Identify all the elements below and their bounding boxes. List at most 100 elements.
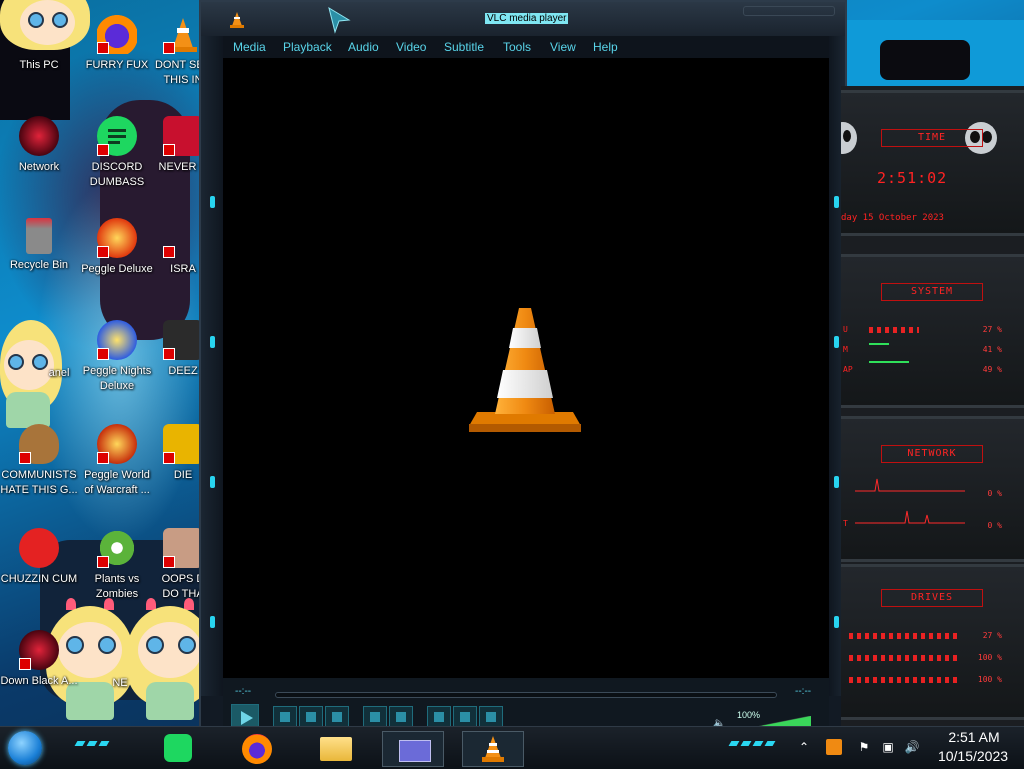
desktop-icon-pvz[interactable]: Plants vs Zombies bbox=[78, 528, 156, 602]
gadget-header: TIME bbox=[881, 129, 983, 147]
vlc-cone-icon bbox=[229, 11, 245, 34]
gadget-row-label: AP bbox=[843, 365, 853, 374]
taskbar-app-window[interactable] bbox=[382, 731, 444, 767]
desktop-icon-control-panel[interactable]: anel bbox=[0, 322, 78, 381]
gadget-row-value: 100 % bbox=[977, 675, 1002, 684]
desktop-icon-label: FURRY FUX bbox=[85, 59, 149, 71]
gadget-row-value: 49 % bbox=[982, 365, 1002, 374]
desktop-icon-peggle-nights[interactable]: Peggle Nights Deluxe bbox=[78, 320, 156, 394]
vlc-cone-icon bbox=[479, 734, 507, 769]
network-graph bbox=[855, 478, 965, 524]
menu-playback[interactable]: Playback bbox=[283, 40, 332, 54]
next-button[interactable] bbox=[325, 706, 349, 728]
desktop-icon-label: COMMUNISTS HATE THIS G... bbox=[0, 469, 78, 496]
network-icon bbox=[19, 116, 59, 156]
vlc-menu-bar: Media Playback Audio Video Subtitle Tool… bbox=[223, 36, 829, 59]
desktop-icon-label: Peggle Nights Deluxe bbox=[82, 365, 152, 392]
file-explorer-icon bbox=[320, 737, 352, 761]
network-tray-icon[interactable]: ▣ bbox=[880, 739, 896, 755]
desktop-icon-label: DIE bbox=[173, 469, 193, 481]
recycle-bin-icon bbox=[26, 218, 52, 254]
desktop-icon-label: anel bbox=[48, 367, 70, 379]
desktop-icon-label: Peggle World of Warcraft ... bbox=[84, 469, 150, 496]
drives-gadget: DRIVES 27 % 100 % 100 % bbox=[841, 564, 1024, 720]
gadget-row-value: 27 % bbox=[982, 325, 1002, 334]
vlc-title-bar[interactable]: VLC media player bbox=[201, 2, 845, 36]
cursor-arrow-icon bbox=[327, 6, 351, 39]
alien-head-icon bbox=[829, 121, 861, 160]
app-icon bbox=[163, 218, 203, 258]
desktop-icon-communists[interactable]: COMMUNISTS HATE THIS G... bbox=[0, 424, 78, 498]
desktop-icon-peggle-deluxe[interactable]: Peggle Deluxe bbox=[78, 218, 156, 277]
vlc-cone-logo bbox=[469, 306, 581, 439]
previous-button[interactable] bbox=[273, 706, 297, 728]
taskbar-app-spotify[interactable] bbox=[148, 731, 208, 765]
taskbar-app-vlc[interactable] bbox=[462, 731, 524, 767]
loop-button[interactable] bbox=[453, 706, 477, 728]
desktop-icon-chuzzin[interactable]: CHUZZIN CUM bbox=[0, 528, 78, 587]
spotify-like-green-icon bbox=[97, 116, 137, 156]
gadget-header: DRIVES bbox=[881, 589, 983, 607]
playlist-button[interactable] bbox=[427, 706, 451, 728]
menu-view[interactable]: View bbox=[550, 40, 576, 54]
money-bag-icon bbox=[19, 424, 59, 464]
window-title: VLC media player bbox=[485, 13, 569, 24]
desktop-icon-network[interactable]: Network bbox=[0, 116, 78, 175]
speaker-icon[interactable]: 🔊 bbox=[904, 739, 920, 755]
desktop-icon-this-pc[interactable]: This PC bbox=[0, 14, 78, 73]
vlc-tray-icon[interactable] bbox=[826, 739, 842, 755]
taskbar-clock-time[interactable]: 2:51 AM bbox=[936, 729, 1012, 745]
desktop-icon-label: This PC bbox=[19, 59, 59, 71]
shuffle-button[interactable] bbox=[479, 706, 503, 728]
total-time: --:-- bbox=[795, 686, 812, 697]
fullscreen-button[interactable] bbox=[363, 706, 387, 728]
taskbar-app-firefox[interactable] bbox=[228, 731, 288, 765]
peggle-icon bbox=[97, 218, 137, 258]
desktop-icon-label: Network bbox=[18, 161, 60, 173]
chevron-up-icon[interactable]: ⌃ bbox=[796, 739, 812, 755]
desktop-icon-discord[interactable]: DISCORD DUMBASS bbox=[78, 116, 156, 190]
pvz-icon bbox=[97, 528, 137, 568]
gadget-row-value: 0 % bbox=[987, 489, 1002, 498]
desktop-icon-label: Peggle Deluxe bbox=[81, 263, 153, 275]
desktop-icon-label: ISRA bbox=[170, 263, 196, 275]
desktop-gadgets-panel: TIME 2:51:02 day 15 October 2023 SYSTEM … bbox=[829, 86, 1024, 726]
video-area[interactable] bbox=[223, 58, 829, 678]
vlc-window[interactable]: VLC media player Media Playback Audio Vi… bbox=[199, 0, 847, 734]
desktop-icon-furry-fux[interactable]: FURRY FUX bbox=[78, 14, 156, 73]
menu-audio[interactable]: Audio bbox=[348, 40, 379, 54]
taskbar-app-file-explorer[interactable] bbox=[306, 731, 366, 765]
gadget-header: SYSTEM bbox=[881, 283, 983, 301]
menu-help[interactable]: Help bbox=[593, 40, 618, 54]
desktop-icon-peggle-wow[interactable]: Peggle World of Warcraft ... bbox=[78, 424, 156, 498]
gadget-row-label: T bbox=[843, 519, 848, 528]
stop-button[interactable] bbox=[299, 706, 323, 728]
system-gadget: SYSTEM U 27 % M 41 % AP 49 % bbox=[841, 254, 1024, 408]
extended-settings-button[interactable] bbox=[389, 706, 413, 728]
title-bar-decoration bbox=[743, 6, 835, 16]
desktop-icon-label: OOPS D DO THA bbox=[161, 573, 205, 600]
vlc-cone-icon bbox=[163, 14, 203, 54]
desktop-icon-label: Recycle Bin bbox=[9, 259, 69, 271]
time-gadget: TIME 2:51:02 day 15 October 2023 bbox=[829, 90, 1024, 236]
gadget-row-value: 27 % bbox=[982, 631, 1002, 640]
gadget-row-value: 100 % bbox=[977, 653, 1002, 662]
control-panel-icon bbox=[19, 322, 59, 362]
seek-bar[interactable] bbox=[275, 692, 777, 698]
flag-icon[interactable]: ⚑ bbox=[856, 739, 872, 755]
start-button[interactable] bbox=[8, 731, 42, 765]
taskbar-clock-date[interactable]: 10/15/2023 bbox=[928, 748, 1018, 764]
desktop-icon-ne[interactable]: NE bbox=[100, 676, 140, 691]
menu-tools[interactable]: Tools bbox=[503, 40, 531, 54]
desktop-icon-recycle-bin[interactable]: Recycle Bin bbox=[0, 218, 78, 273]
menu-subtitle[interactable]: Subtitle bbox=[444, 40, 484, 54]
menu-media[interactable]: Media bbox=[233, 40, 266, 54]
peggle-nights-icon bbox=[97, 320, 137, 360]
desktop-icon-download[interactable]: Down Black A... bbox=[0, 630, 78, 689]
menu-video[interactable]: Video bbox=[396, 40, 426, 54]
chuzzle-icon bbox=[19, 528, 59, 568]
gadget-clock: 2:51:02 bbox=[877, 169, 948, 187]
gadget-header: NETWORK bbox=[881, 445, 983, 463]
gadget-row-value: 41 % bbox=[982, 345, 1002, 354]
devcpp-icon bbox=[163, 116, 203, 156]
